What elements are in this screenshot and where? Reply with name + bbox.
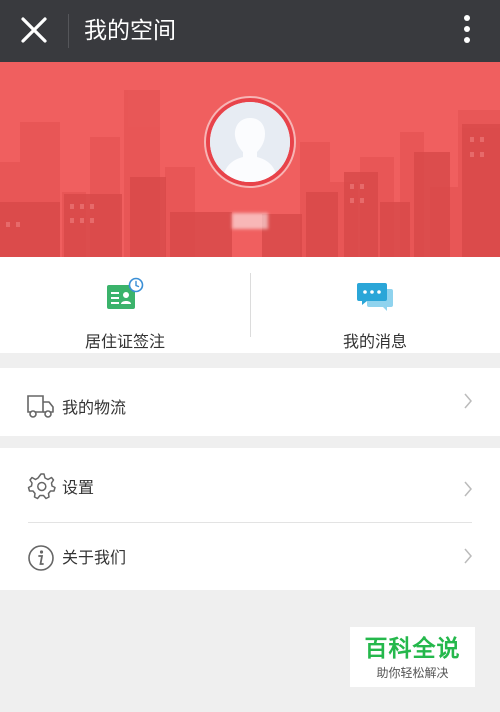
logistics-label: 我的物流 — [62, 398, 127, 417]
residence-permit-icon — [107, 277, 144, 309]
close-icon — [21, 17, 47, 43]
quick-actions: 居住证签注 我的消息 — [0, 257, 500, 353]
watermark-subtitle: 助你轻松解决 — [376, 666, 449, 680]
more-button[interactable] — [452, 12, 482, 50]
default-avatar-icon — [210, 102, 290, 182]
profile-banner — [0, 62, 500, 257]
gear-icon — [27, 473, 56, 500]
header-divider — [68, 14, 69, 48]
menu-item-logistics[interactable]: 我的物流 — [0, 368, 500, 436]
about-label: 关于我们 — [62, 548, 127, 567]
watermark-badge: 百科全说 助你轻松解决 — [350, 627, 475, 687]
chevron-right-icon — [464, 393, 472, 409]
watermark-title: 百科全说 — [364, 636, 461, 662]
my-messages-button[interactable]: 我的消息 — [250, 257, 500, 353]
username-blurred — [232, 213, 268, 229]
my-messages-label: 我的消息 — [342, 332, 407, 351]
more-vertical-icon — [464, 15, 470, 43]
page-title: 我的空间 — [84, 18, 176, 44]
chat-bubbles-icon — [357, 283, 393, 311]
close-button[interactable] — [14, 12, 54, 50]
truck-icon — [27, 395, 54, 418]
top-bar: 我的空间 — [0, 0, 500, 62]
menu-item-settings[interactable]: 设置 — [0, 448, 500, 518]
menu-group-logistics: 我的物流 — [0, 368, 500, 436]
menu-group-settings: 设置 关于我们 — [0, 448, 500, 590]
info-icon — [28, 545, 54, 571]
avatar[interactable] — [206, 98, 294, 186]
menu-item-about[interactable]: 关于我们 — [0, 523, 500, 590]
residence-permit-button[interactable]: 居住证签注 — [0, 257, 250, 353]
chevron-right-icon — [464, 481, 472, 497]
chevron-right-icon — [464, 548, 472, 564]
residence-permit-label: 居住证签注 — [84, 332, 165, 351]
settings-label: 设置 — [62, 478, 95, 497]
